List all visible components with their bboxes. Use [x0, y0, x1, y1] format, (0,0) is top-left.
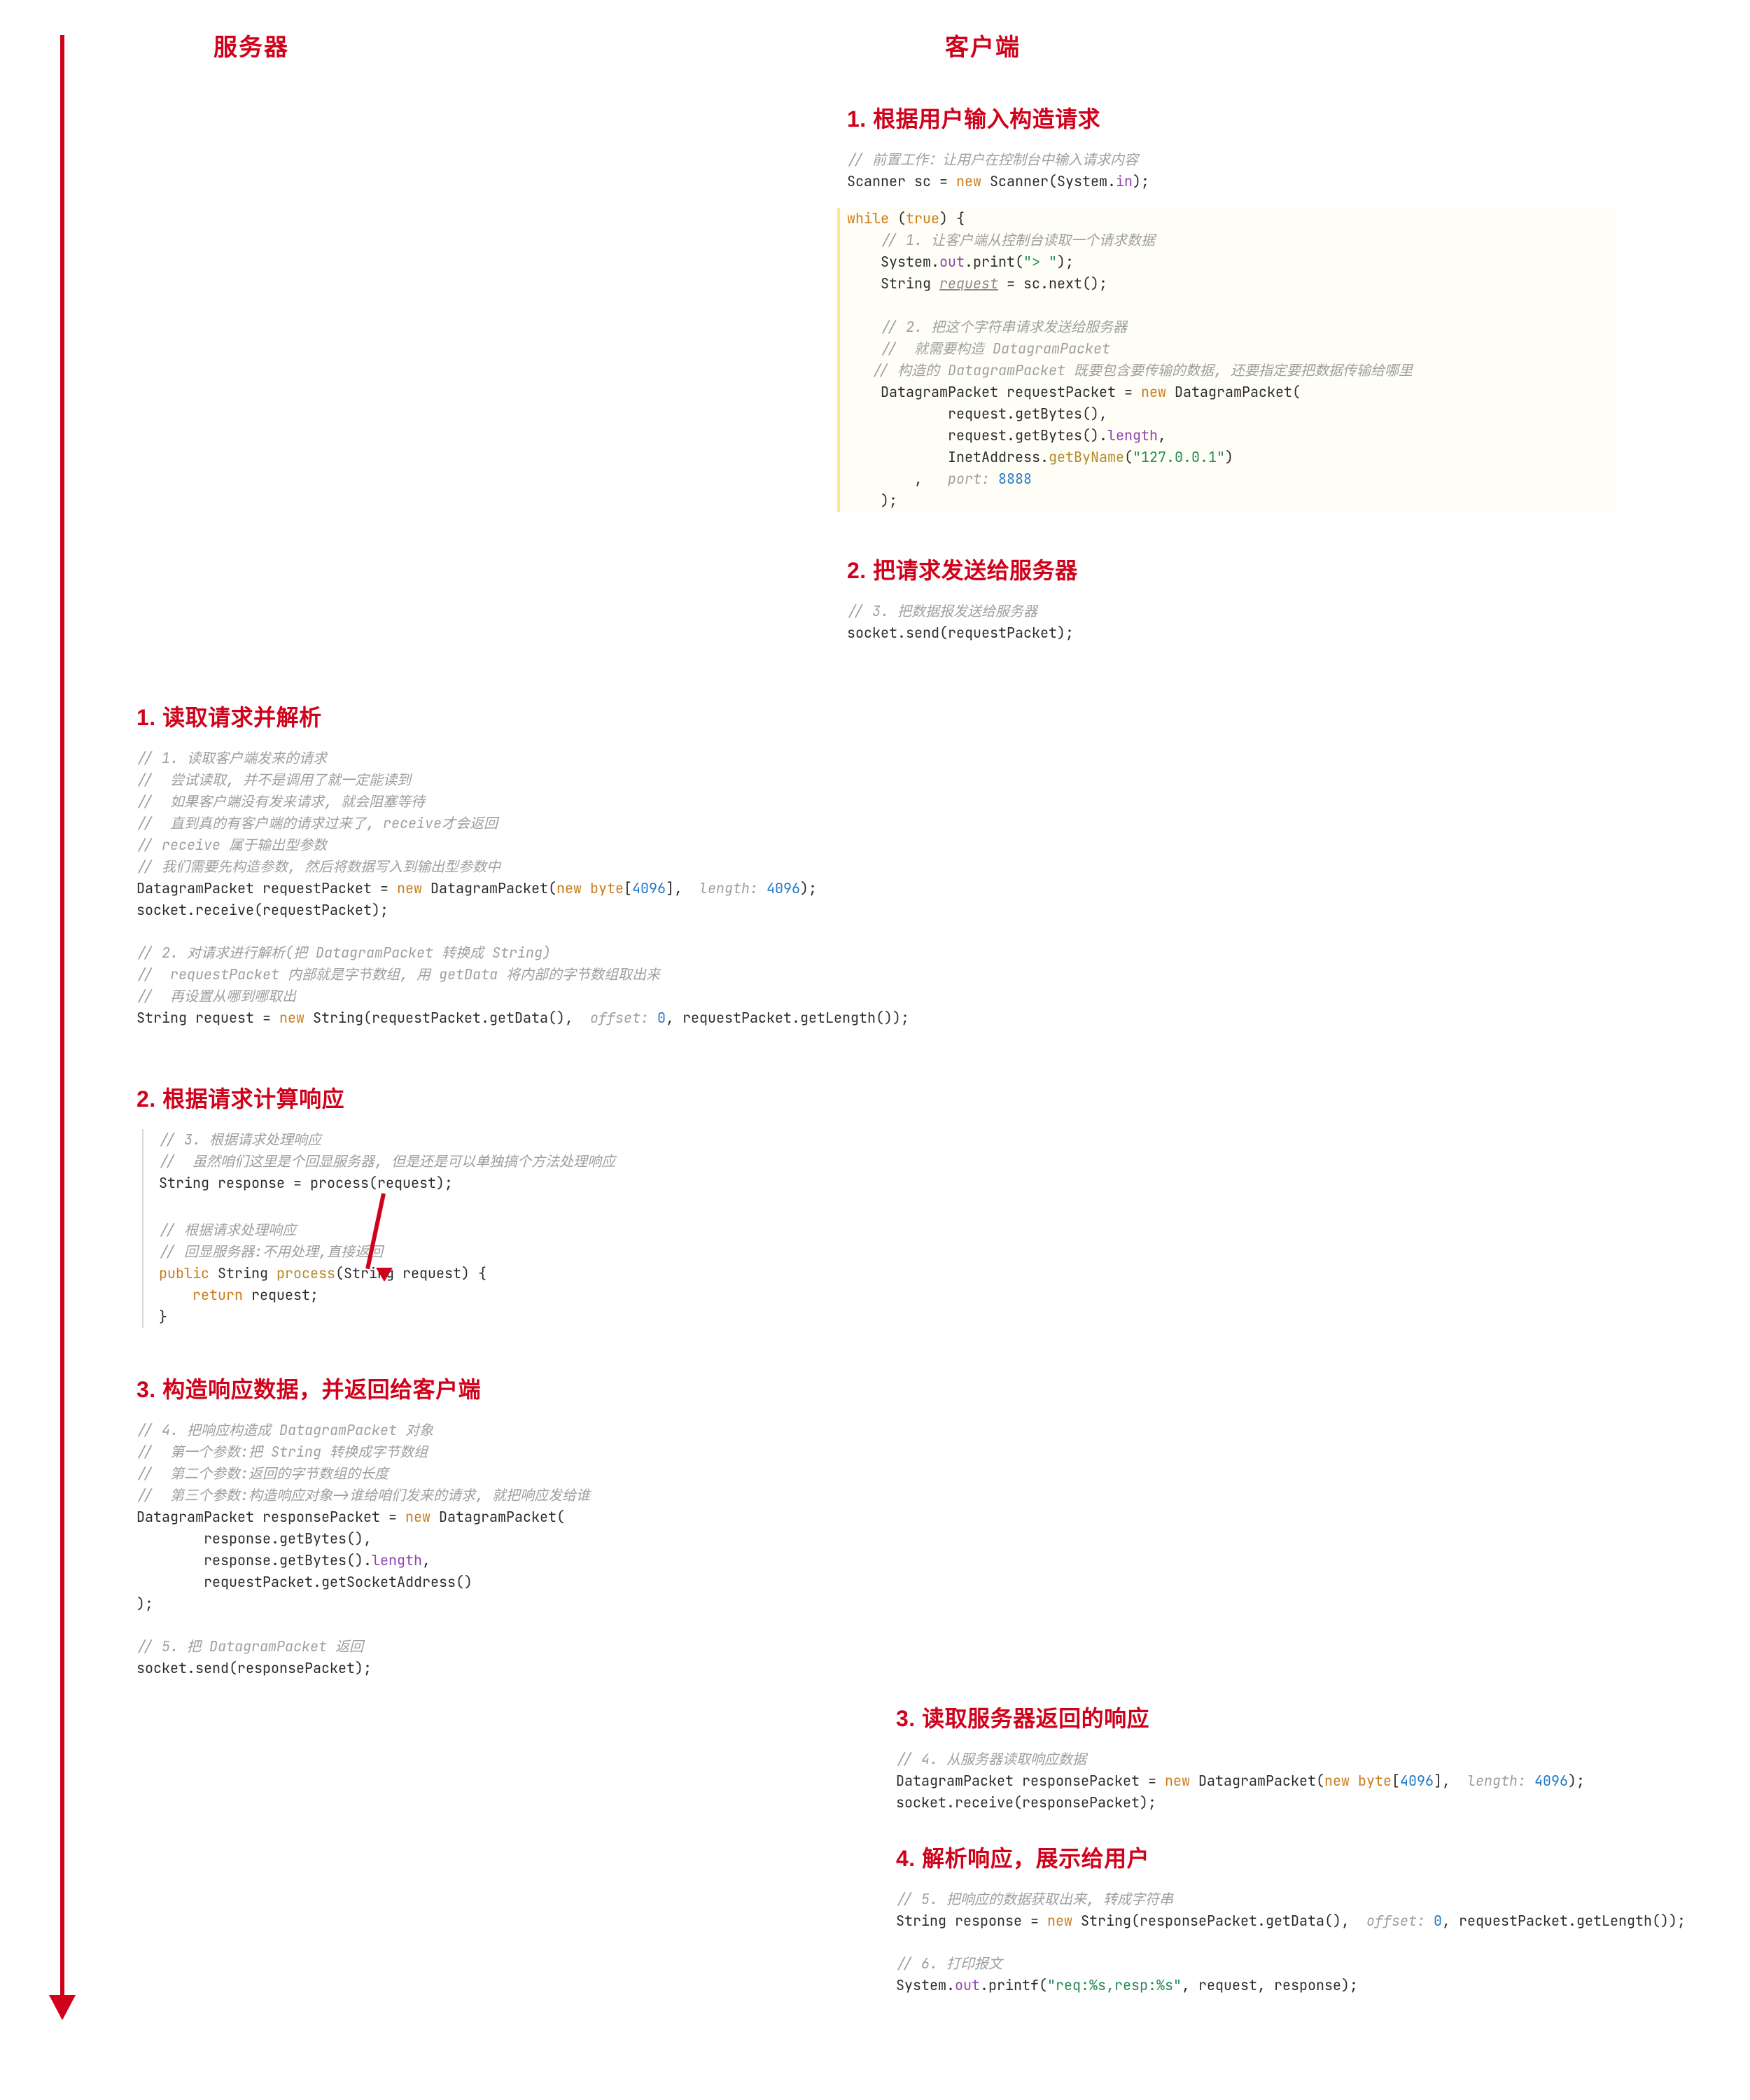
client-step-1-title: 1. 根据用户输入构造请求: [847, 102, 1617, 134]
client-step-2-title: 2. 把请求发送给服务器: [847, 553, 1617, 585]
client-step-3-title: 3. 读取服务器返回的响应: [896, 1701, 1701, 1733]
server-step-1: 1. 读取请求并解析 // 1. 读取客户端发来的请求 // 尝试读取, 并不是…: [136, 700, 872, 1029]
client-column-header: 客户端: [945, 28, 1021, 62]
client-step-2-code: // 3. 把数据报发送给服务器 socket.send(requestPack…: [847, 601, 1617, 644]
server-step-2-title: 2. 根据请求计算响应: [136, 1082, 872, 1114]
client-step-4-title: 4. 解析响应，展示给用户: [896, 1841, 1701, 1873]
client-step-1-code-a: // 前置工作：让用户在控制台中输入请求内容 Scanner sc = new …: [847, 149, 1617, 192]
server-step-2-code-a: // 3. 根据请求处理响应 // 虽然咱们这里是个回显服务器, 但是还是可以单…: [159, 1129, 872, 1194]
server-step-3-title: 3. 构造响应数据，并返回给客户端: [136, 1372, 872, 1404]
client-step-1-code-b: while (true) { // 1. 让客户端从控制台读取一个请求数据 Sy…: [837, 208, 1617, 512]
client-step-4: 4. 解析响应，展示给用户 // 5. 把响应的数据获取出来, 转成字符串 St…: [896, 1841, 1701, 1996]
server-step-2-code-b: // 根据请求处理响应 // 回显服务器:不用处理,直接返回 public St…: [159, 1219, 872, 1328]
client-step-2: 2. 把请求发送给服务器 // 3. 把数据报发送给服务器 socket.sen…: [847, 553, 1617, 644]
client-step-1: 1. 根据用户输入构造请求 // 前置工作：让用户在控制台中输入请求内容 Sca…: [847, 102, 1617, 512]
server-step-2: 2. 根据请求计算响应 // 3. 根据请求处理响应 // 虽然咱们这里是个回显…: [136, 1082, 872, 1328]
server-step-3-code-a: // 4. 把响应构造成 DatagramPacket 对象 // 第一个参数:…: [136, 1420, 872, 1615]
server-step-3-code-b: // 5. 把 DatagramPacket 返回 socket.send(re…: [136, 1636, 872, 1679]
client-step-3: 3. 读取服务器返回的响应 // 4. 从服务器读取响应数据 DatagramP…: [896, 1701, 1701, 1814]
server-step-3: 3. 构造响应数据，并返回给客户端 // 4. 把响应构造成 DatagramP…: [136, 1372, 872, 1679]
server-step-1-code-b: // 2. 对请求进行解析(把 DatagramPacket 转换成 Strin…: [136, 942, 872, 1029]
client-step-4-code-a: // 5. 把响应的数据获取出来, 转成字符串 String response …: [896, 1889, 1701, 1932]
server-column-header: 服务器: [214, 28, 289, 62]
server-step-1-title: 1. 读取请求并解析: [136, 700, 872, 732]
server-step-1-code-a: // 1. 读取客户端发来的请求 // 尝试读取, 并不是调用了就一定能读到 /…: [136, 748, 872, 921]
client-step-4-code-b: // 6. 打印报文 System.out.printf("req:%s,res…: [896, 1953, 1701, 1996]
client-step-3-code: // 4. 从服务器读取响应数据 DatagramPacket response…: [896, 1749, 1701, 1814]
